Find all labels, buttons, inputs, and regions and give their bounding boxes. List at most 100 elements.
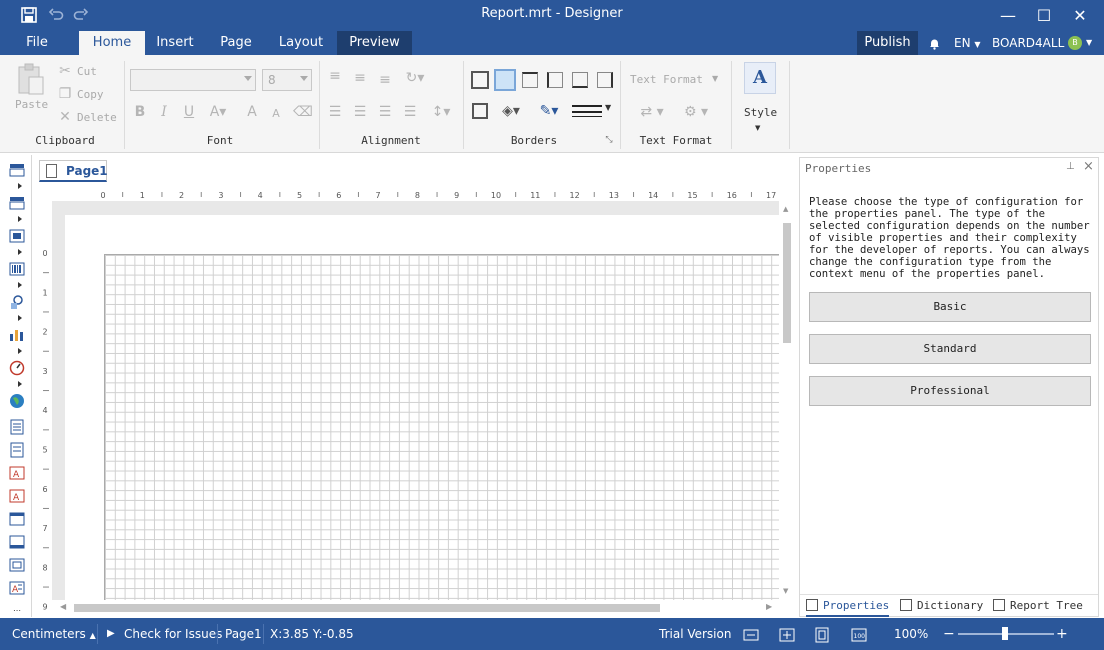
scrollbar-thumb[interactable] [74,604,660,612]
maximize-button[interactable]: ☐ [1026,0,1062,31]
chevron-down-icon[interactable]: ▼ [1086,31,1092,55]
units-selector[interactable]: Centimeters ▲ [12,618,96,650]
rotate-text-icon[interactable]: ↻▾ [400,69,430,87]
left-border-icon[interactable] [547,72,563,88]
tab-insert[interactable]: Insert [148,31,202,55]
underline-icon[interactable]: U [181,103,197,121]
chart-icon[interactable] [8,326,26,344]
more-tools-icon[interactable]: ⋯ [8,601,26,619]
expand-icon[interactable] [18,183,22,189]
vertical-scrollbar[interactable]: ▲ ▼ [781,205,793,600]
align-right-icon[interactable]: ☰ [376,103,394,121]
check-for-issues-button[interactable]: Check for Issues [124,618,222,650]
conditions-icon[interactable]: ⚙ ▾ [676,103,716,121]
shapes-icon[interactable] [8,293,26,311]
expand-icon[interactable] [18,348,22,354]
image-icon[interactable]: A [8,487,26,505]
zoom-out-button[interactable]: − [943,618,955,650]
scroll-up-icon[interactable]: ▲ [783,205,788,213]
all-borders-icon[interactable] [471,71,489,89]
page-width-icon[interactable] [743,618,759,650]
delete-button[interactable]: ✕ Delete [58,109,118,126]
standard-button[interactable]: Standard [809,334,1091,364]
bold-icon[interactable]: B [132,103,148,121]
copy-button[interactable]: ❐ Copy [58,86,118,103]
expand-icon[interactable] [18,249,22,255]
map-icon[interactable] [8,392,26,410]
clear-format-icon[interactable]: ⌫ [293,103,313,121]
tab-report-tree[interactable]: Report Tree [993,597,1083,617]
tab-layout[interactable]: Layout [270,31,332,55]
right-border-icon[interactable] [597,72,613,88]
table-icon[interactable]: A [8,579,26,597]
tab-preview[interactable]: Preview [337,31,412,55]
paste-button[interactable]: Paste [12,63,48,113]
zoom-in-button[interactable]: + [1056,618,1068,650]
tab-dictionary[interactable]: Dictionary [900,597,983,617]
scrollbar-thumb[interactable] [783,223,791,343]
shrink-font-icon[interactable]: A [269,105,283,121]
font-color-icon[interactable]: A▾ [206,103,230,121]
zoom-100-icon[interactable]: 100 [851,618,867,650]
panel-icon[interactable] [8,510,26,528]
user-name[interactable]: BOARD4ALL [992,31,1064,55]
cut-button[interactable]: ✂ Cut [58,63,118,80]
pin-icon[interactable]: ⊥ [1066,161,1075,172]
justify-icon[interactable]: ☰ [401,103,419,121]
subreport-icon[interactable] [8,556,26,574]
align-bottom-icon[interactable]: ≡ [376,72,394,88]
tab-properties[interactable]: Properties [806,597,890,617]
cross-bands-icon[interactable] [8,194,26,212]
basic-button[interactable]: Basic [809,292,1091,322]
align-left-icon[interactable]: ☰ [326,103,344,121]
scroll-right-icon[interactable]: ▶ [766,602,772,611]
line-spacing-icon[interactable]: ↕▾ [426,103,456,121]
text-icon[interactable] [8,418,26,436]
one-page-icon[interactable] [815,618,829,650]
minimize-button[interactable]: — [990,0,1026,31]
page-grid[interactable] [104,254,779,600]
expand-icon[interactable] [18,216,22,222]
text-in-cells-icon[interactable]: A [8,464,26,482]
style-button[interactable]: A Style ▼ [740,62,780,140]
professional-button[interactable]: Professional [809,376,1091,406]
fill-color-icon[interactable]: ◈▾ [497,102,525,120]
language-selector[interactable]: EN ▼ [954,31,981,55]
tab-page1[interactable]: Page1 [39,160,108,182]
publish-button[interactable]: Publish [857,31,918,55]
scroll-down-icon[interactable]: ▼ [783,587,788,595]
dialog-launcher-icon[interactable]: ⤡ [604,135,614,145]
expand-icon[interactable] [18,381,22,387]
bell-icon[interactable] [925,34,943,52]
top-border-icon[interactable] [522,72,538,88]
align-middle-icon[interactable]: ≡ [351,70,369,86]
zoom-slider-thumb[interactable] [1002,627,1008,640]
no-borders-icon[interactable] [494,69,516,91]
tab-page[interactable]: Page [210,31,262,55]
close-icon[interactable]: × [1083,159,1094,174]
play-icon[interactable]: ▶ [107,618,115,650]
align-top-icon[interactable]: ≡ [326,68,344,84]
expand-icon[interactable] [18,315,22,321]
horizontal-scrollbar[interactable]: ◀ ▶ [60,601,778,615]
border-style-combo[interactable]: ▼ [572,103,614,117]
font-name-combo[interactable] [130,69,256,91]
rich-text-icon[interactable] [8,441,26,459]
border-settings-icon[interactable] [472,103,488,119]
close-button[interactable]: ✕ [1062,0,1098,31]
tab-file[interactable]: File [14,31,60,55]
border-color-icon[interactable]: ✎▾ [534,102,564,120]
avatar[interactable]: B [1068,36,1082,50]
text-format-combo[interactable]: Text Format ▼ [628,72,724,88]
format-icon[interactable]: ⇄ ▾ [632,103,672,121]
page-height-icon[interactable] [779,618,795,650]
font-size-combo[interactable]: 8 [262,69,312,91]
grow-font-icon[interactable]: A [244,103,260,121]
expand-icon[interactable] [18,282,22,288]
bands-icon[interactable] [8,161,26,179]
barcode-icon[interactable] [8,260,26,278]
scroll-left-icon[interactable]: ◀ [60,602,66,611]
tab-home[interactable]: Home [79,31,145,55]
italic-icon[interactable]: I [156,103,172,121]
clone-icon[interactable] [8,533,26,551]
